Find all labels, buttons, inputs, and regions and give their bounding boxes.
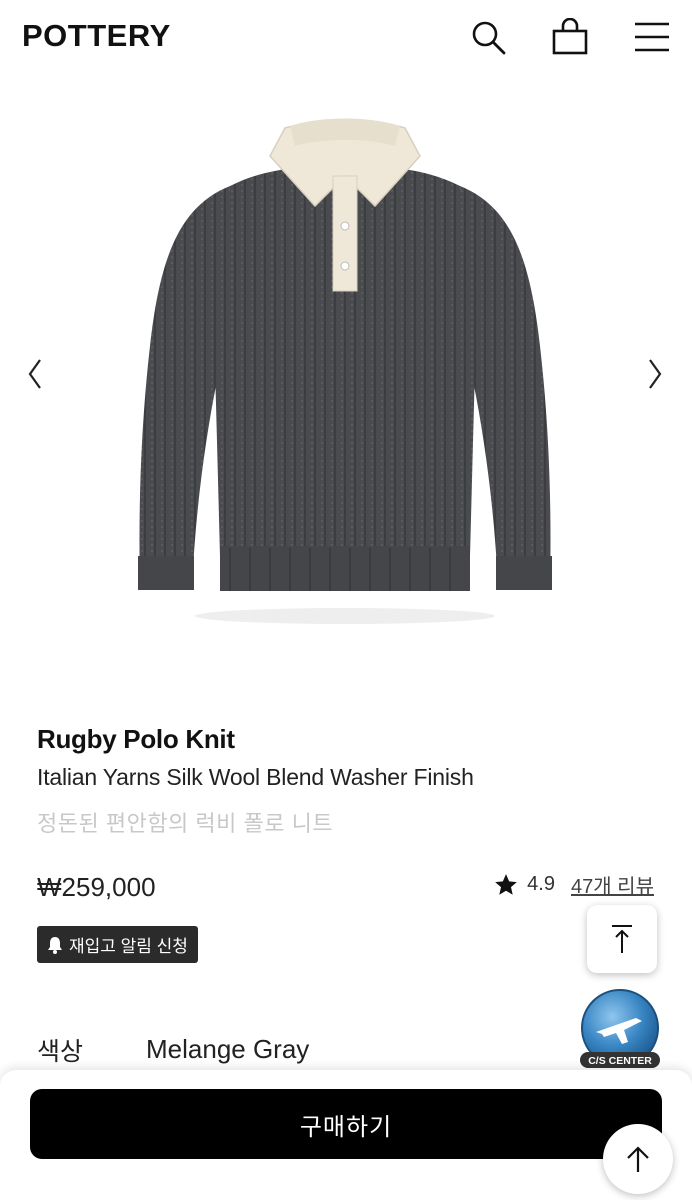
scroll-top-button[interactable] xyxy=(603,1124,673,1194)
header: POTTERY xyxy=(0,0,692,76)
restock-label: 재입고 알림 신청 xyxy=(69,937,188,956)
arrow-up-icon xyxy=(627,1146,649,1172)
rating-value: 4.9 xyxy=(527,873,555,895)
cs-center-badge[interactable]: C/S CENTER xyxy=(576,988,664,1074)
chevron-right-icon[interactable] xyxy=(640,352,670,396)
product-image xyxy=(138,118,552,624)
arrow-up-bar-icon xyxy=(612,925,632,953)
bell-icon xyxy=(48,936,62,954)
product-gallery xyxy=(0,76,692,676)
product-subtitle: Italian Yarns Silk Wool Blend Washer Fin… xyxy=(37,764,474,790)
menu-icon[interactable] xyxy=(633,18,671,56)
shopping-bag-icon[interactable] xyxy=(551,17,589,56)
rating-summary: 4.9 47개 리뷰 xyxy=(493,870,654,899)
cs-center-label: C/S CENTER xyxy=(588,1055,652,1067)
buy-button[interactable]: 구매하기 xyxy=(30,1089,662,1159)
product-price: ₩259,000 xyxy=(37,872,156,902)
star-icon xyxy=(495,873,518,895)
back-to-top-button[interactable] xyxy=(587,905,657,973)
pottery-logo[interactable]: POTTERY xyxy=(22,18,171,54)
bottom-purchase-bar: 구매하기 xyxy=(0,1070,692,1200)
search-icon[interactable] xyxy=(469,18,507,56)
product-title: Rugby Polo Knit xyxy=(37,724,235,754)
restock-alert-button[interactable]: 재입고 알림 신청 xyxy=(37,926,198,963)
product-description: 정돈된 편안함의 럭비 폴로 니트 xyxy=(37,811,334,836)
color-label: 색상 xyxy=(37,1038,84,1066)
reviews-link[interactable]: 47개 리뷰 xyxy=(571,870,654,899)
color-value: Melange Gray xyxy=(146,1034,310,1064)
chevron-left-icon[interactable] xyxy=(22,352,52,396)
